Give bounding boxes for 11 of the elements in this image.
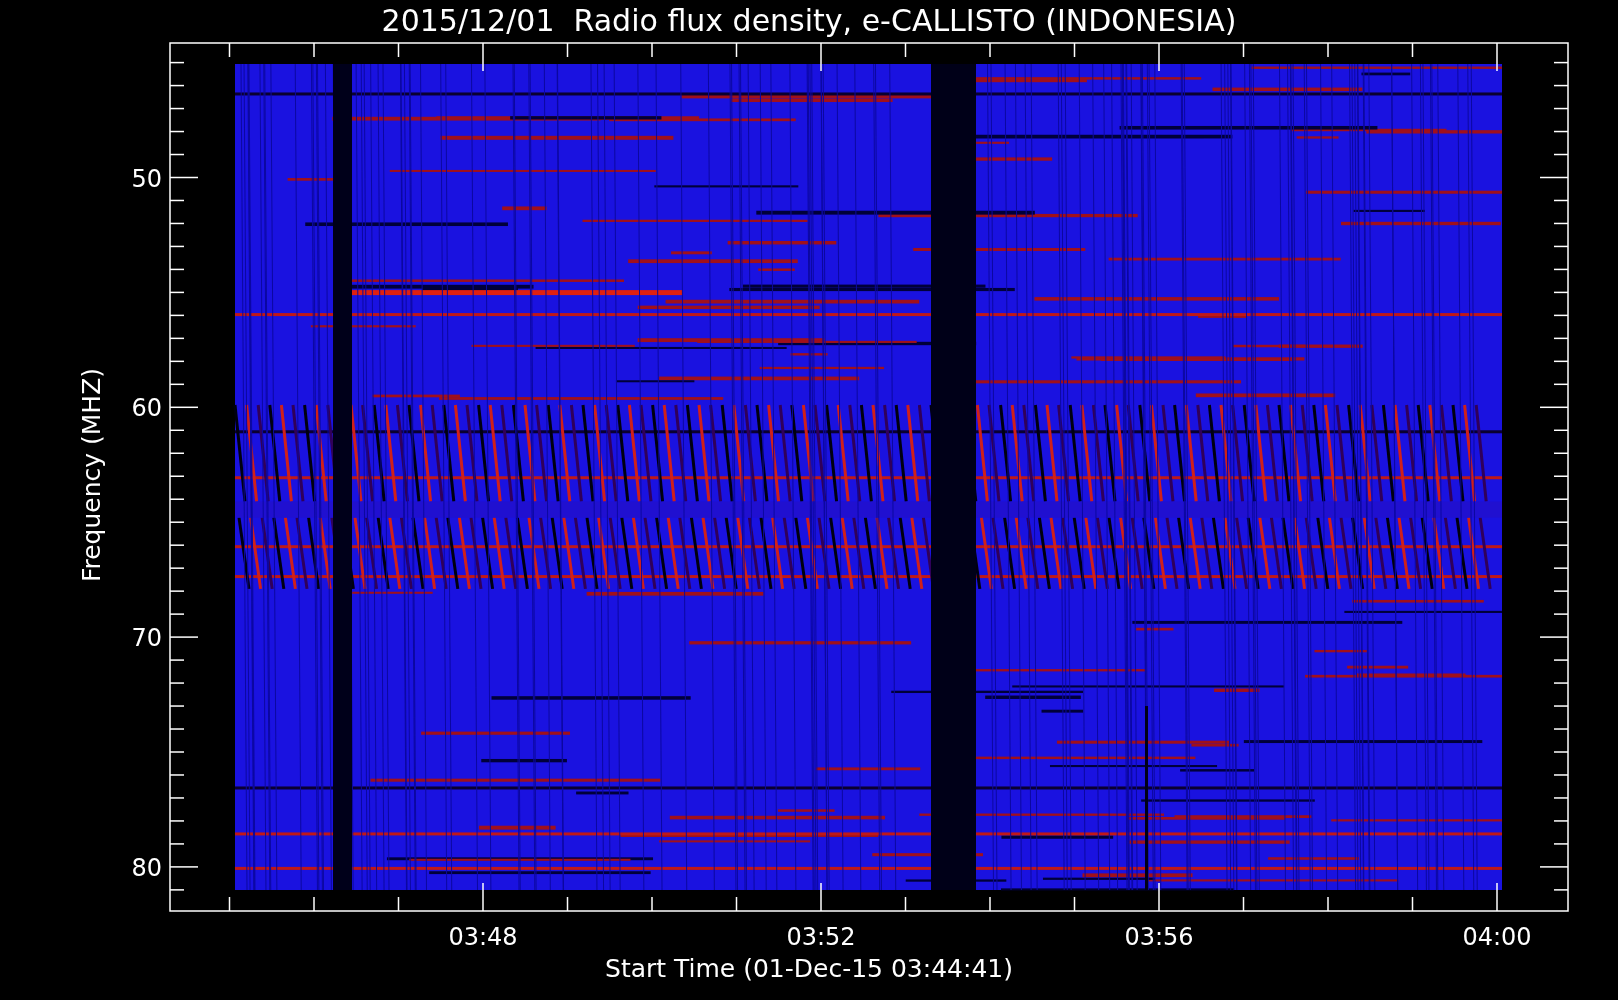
tick-label: 80	[131, 853, 162, 882]
tick-label: 60	[131, 394, 162, 423]
tick-label: 04:00	[1462, 923, 1532, 951]
chart-title: 2015/12/01 Radio flux density, e-CALLISTO (INDONESIA)	[381, 1, 1237, 40]
tick-label: 03:48	[448, 923, 518, 951]
tick-label: 03:56	[1124, 923, 1194, 951]
tick-label: 70	[131, 624, 162, 653]
y-axis-label: Frequency (MHZ)	[77, 367, 106, 583]
tick-label: 03:52	[786, 923, 856, 951]
x-axis-label: Start Time (01-Dec-15 03:44:41)	[605, 953, 1013, 985]
tick-label: 50	[131, 164, 162, 193]
